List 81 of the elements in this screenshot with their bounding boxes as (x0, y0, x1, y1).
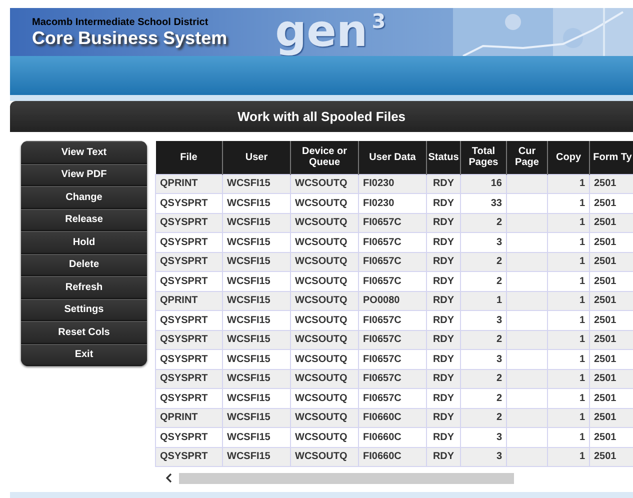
table-cell: 3 (460, 428, 506, 447)
table-cell: RDY (426, 388, 460, 408)
menu-button[interactable]: View Text (21, 141, 147, 164)
menu-button[interactable]: Refresh (21, 276, 147, 298)
table-cell: RDY (426, 310, 460, 330)
table-cell: WCSFI15 (222, 388, 290, 408)
table-cell: WCSFI15 (222, 310, 290, 330)
table-cell: 3 (460, 232, 506, 252)
table-cell: FI0230 (358, 194, 426, 213)
table-cell: WCSFI15 (222, 232, 290, 252)
table-cell: WCSOUTQ (290, 194, 358, 213)
table-cell: 2 (460, 272, 506, 291)
table-cell: WCSFI15 (222, 428, 290, 447)
column-header[interactable]: Device or Queue (290, 141, 358, 174)
table-cell: QSYSPRT (156, 350, 222, 369)
table-cell: 1 (548, 388, 590, 408)
table-cell: WCSFI15 (222, 350, 290, 369)
menu-button[interactable]: Settings (21, 298, 147, 321)
column-header[interactable]: File (156, 141, 222, 174)
scrollbar-thumb[interactable] (179, 472, 514, 484)
table-cell: WCSOUTQ (290, 447, 358, 466)
table-cell: 3 (460, 447, 506, 466)
table-cell: RDY (426, 428, 460, 447)
table-cell: QSYSPRT (156, 272, 222, 291)
table-cell: QSYSPRT (156, 310, 222, 330)
table-cell: 3 (460, 310, 506, 330)
table-cell: WCSOUTQ (290, 232, 358, 252)
table-cell: 1 (548, 194, 590, 213)
scroll-left-icon[interactable] (165, 473, 173, 483)
table-cell: FI0657C (358, 388, 426, 408)
table-cell: 1 (548, 428, 590, 447)
table-cell: 1 (548, 310, 590, 330)
table-cell: FI0660C (358, 428, 426, 447)
table-cell: QSYSPRT (156, 194, 222, 213)
system-title: Core Business System (32, 28, 228, 48)
table-cell: FI0657C (358, 350, 426, 369)
table-cell: FI0660C (358, 447, 426, 466)
table-cell: 1 (548, 350, 590, 369)
column-header[interactable]: Form Ty (590, 141, 633, 174)
table-cell: RDY (426, 350, 460, 369)
table-cell: FI0657C (358, 232, 426, 252)
column-header[interactable]: Total Pages (460, 141, 506, 174)
table-cell: QSYSPRT (156, 388, 222, 408)
column-header[interactable]: Copy (548, 141, 590, 174)
table-cell: WCSOUTQ (290, 350, 358, 369)
menu-button[interactable]: View PDF (21, 164, 147, 186)
table-cell: 33 (460, 194, 506, 213)
menu-button[interactable]: Reset Cols (21, 321, 147, 344)
column-header[interactable]: Cur Page (506, 141, 548, 174)
table-cell: WCSFI15 (222, 272, 290, 291)
table-cell: QSYSPRT (156, 447, 222, 466)
table-cell: RDY (426, 194, 460, 213)
menu-button[interactable]: Release (21, 208, 147, 231)
table-cell: WCSOUTQ (290, 428, 358, 447)
menu-button[interactable]: Change (21, 186, 147, 208)
table-cell: 1 (548, 232, 590, 252)
district-name: Macomb Intermediate School District (32, 16, 210, 28)
column-header[interactable]: Status (426, 141, 460, 174)
table-cell: 1 (548, 447, 590, 466)
table-cell: RDY (426, 447, 460, 466)
page-title: Work with all Spooled Files (237, 108, 406, 126)
table-cell: 2 (460, 388, 506, 408)
menu-button[interactable]: Delete (21, 254, 147, 276)
table-cell: WCSFI15 (222, 447, 290, 466)
column-header[interactable]: User Data (358, 141, 426, 174)
table-cell: QPRINT (156, 174, 222, 194)
table-cell: 1 (548, 272, 590, 291)
table-cell: RDY (426, 232, 460, 252)
table-cell: FI0657C (358, 310, 426, 330)
menu-button[interactable]: Hold (21, 231, 147, 254)
table-cell: WCSOUTQ (290, 272, 358, 291)
table-cell: RDY (426, 272, 460, 291)
table-cell: WCSFI15 (222, 194, 290, 213)
table-cell: FI0657C (358, 272, 426, 291)
table-cell: WCSOUTQ (290, 388, 358, 408)
table-cell: 3 (460, 350, 506, 369)
table-cell: QSYSPRT (156, 428, 222, 447)
table-cell: QSYSPRT (156, 232, 222, 252)
menu-button[interactable]: Exit (21, 344, 147, 366)
table-cell: WCSOUTQ (290, 310, 358, 330)
column-header[interactable]: User (222, 141, 290, 174)
